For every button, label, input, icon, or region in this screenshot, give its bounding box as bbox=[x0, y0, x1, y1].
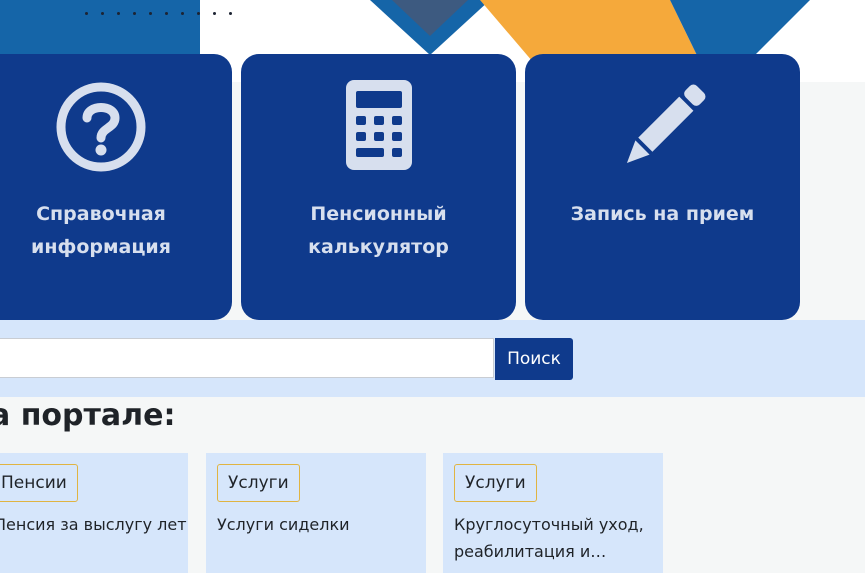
banner-dots bbox=[85, 12, 232, 15]
calculator-icon bbox=[345, 80, 412, 170]
tile-label: Справочная информация bbox=[31, 203, 171, 258]
search-bar: Поиск bbox=[0, 320, 865, 397]
tile-label: Пенсионный калькулятор bbox=[308, 203, 449, 258]
category-tag[interactable]: Услуги bbox=[217, 464, 300, 502]
search-input[interactable] bbox=[0, 338, 494, 378]
pencil-icon bbox=[626, 84, 705, 164]
category-tag[interactable]: Услуги bbox=[454, 464, 537, 502]
search-button[interactable]: Поиск bbox=[495, 338, 573, 380]
card-caregiver-services[interactable]: Услуги Услуги сиделки bbox=[206, 453, 426, 573]
card-title[interactable]: Услуги сиделки bbox=[217, 511, 417, 538]
section-heading: а портале: bbox=[0, 398, 176, 433]
banner-blue-block bbox=[0, 0, 200, 60]
card-pension-long-service[interactable]: Пенсии Пенсия за выслугу лет bbox=[0, 453, 188, 573]
card-title[interactable]: Пенсия за выслугу лет bbox=[0, 511, 194, 538]
tile-reference-info[interactable]: Справочная информация bbox=[0, 54, 232, 320]
card-title[interactable]: Круглосуточный уход, реабилитация и… bbox=[454, 511, 654, 565]
tile-pension-calculator[interactable]: Пенсионный калькулятор bbox=[241, 54, 516, 320]
card-round-the-clock-care[interactable]: Услуги Круглосуточный уход, реабилитация… bbox=[443, 453, 663, 573]
category-tag[interactable]: Пенсии bbox=[0, 464, 78, 502]
tile-label: Запись на прием bbox=[570, 203, 755, 225]
tile-appointment[interactable]: Запись на прием bbox=[525, 54, 800, 320]
question-circle-icon bbox=[56, 82, 146, 172]
